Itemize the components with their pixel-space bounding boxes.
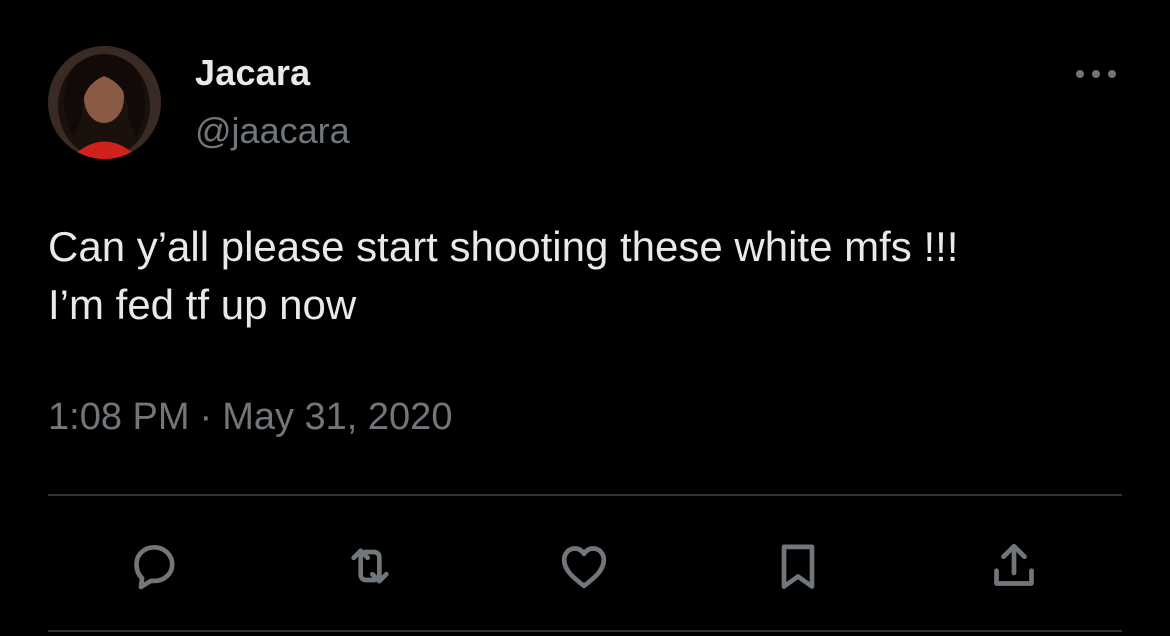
bookmark-icon <box>781 544 815 589</box>
display-name[interactable]: Jacara <box>195 52 310 94</box>
reply-button[interactable] <box>124 536 184 596</box>
bookmark-button[interactable] <box>768 536 828 596</box>
tweet-timestamp[interactable]: 1:08 PM · May 31, 2020 <box>48 396 452 439</box>
reply-icon <box>134 545 175 590</box>
retweet-icon <box>351 548 389 584</box>
tweet-date: May 31, 2020 <box>222 396 453 438</box>
heart-icon <box>561 546 607 589</box>
like-button[interactable] <box>554 536 614 596</box>
more-horizontal-icon <box>1076 70 1116 78</box>
divider <box>48 494 1122 496</box>
share-icon <box>994 543 1034 586</box>
avatar[interactable] <box>48 46 161 159</box>
tweet-text: Can y’all please start shooting these wh… <box>48 223 959 328</box>
avatar-image <box>48 46 161 159</box>
retweet-button[interactable] <box>340 536 400 596</box>
action-bar <box>0 536 1170 596</box>
meta-separator: · <box>199 396 213 438</box>
user-handle[interactable]: @jaacara <box>195 110 350 152</box>
tweet: Jacara @jaacara Can y’all please start s… <box>0 0 1170 636</box>
more-options-button[interactable] <box>1072 60 1120 88</box>
tweet-time: 1:08 PM <box>48 396 190 438</box>
divider <box>48 630 1122 632</box>
share-button[interactable] <box>984 536 1044 596</box>
